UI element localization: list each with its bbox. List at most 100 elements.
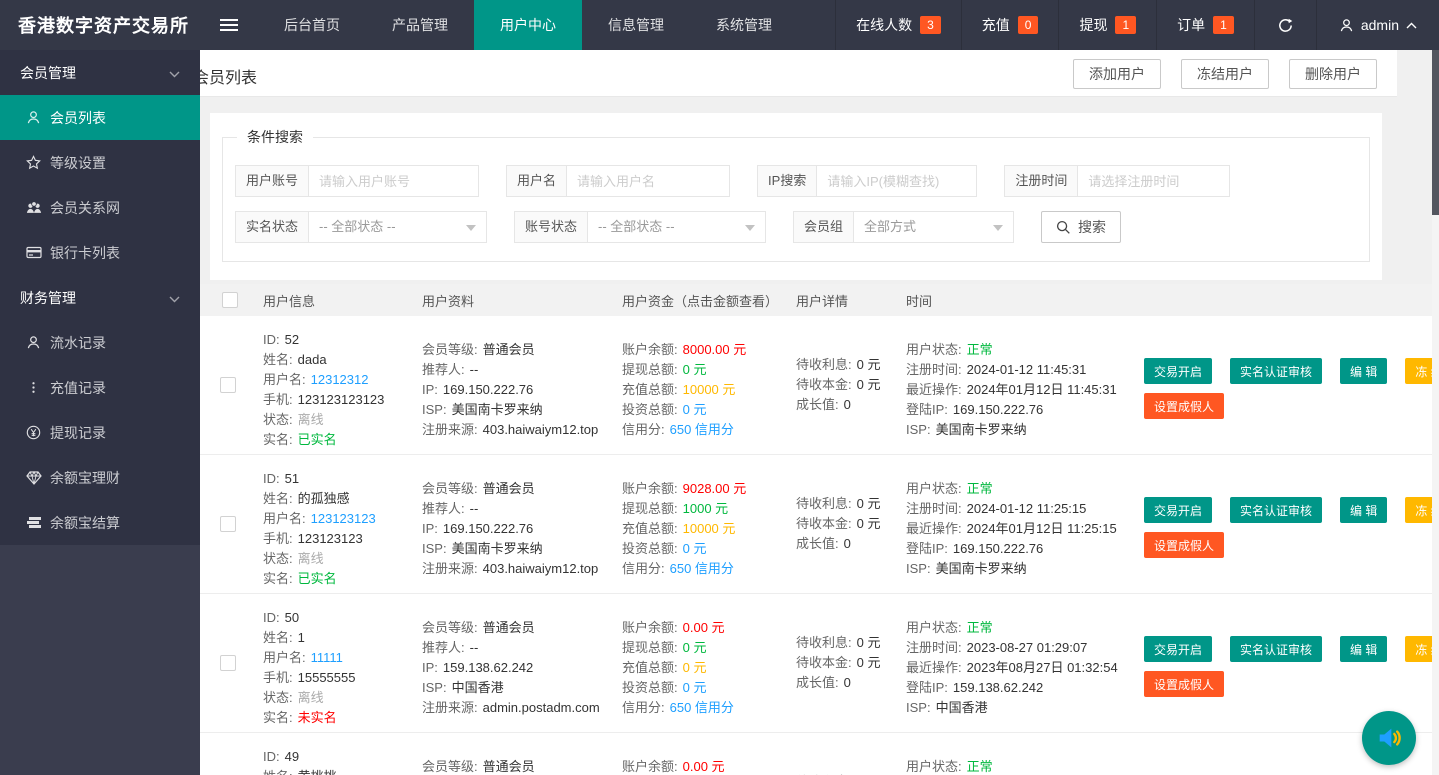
search-fieldset: 条件搜索 用户账号 用户名 IP搜索 注册时间 <box>222 127 1370 262</box>
edit-button[interactable]: 编 辑 <box>1340 497 1387 523</box>
user-info-cell: ID:51 姓名:的孤独感 用户名:123123123 手机:123123123… <box>255 455 418 593</box>
select-all-checkbox[interactable] <box>222 292 238 308</box>
sidebar-item-withdraw-records[interactable]: 提现记录 <box>0 410 200 455</box>
table-row: ID:49 姓名:黄挑挑 用户名: 手机: 状态: 实名: 会员等级:普通会员 … <box>200 733 1432 775</box>
nav-products[interactable]: 产品管理 <box>366 0 474 50</box>
ip-input[interactable] <box>817 165 977 197</box>
user-icon <box>26 335 50 350</box>
menu-toggle-button[interactable] <box>200 0 258 50</box>
realname-audit-button[interactable]: 实名认证审核 <box>1230 358 1322 384</box>
member-group-select[interactable]: 全部方式 <box>854 211 1014 243</box>
recharge-total[interactable]: 10000 元 <box>683 521 736 536</box>
scrollbar-thumb[interactable] <box>1432 50 1439 215</box>
recharge-total[interactable]: 10000 元 <box>683 382 736 397</box>
nav-dashboard[interactable]: 后台首页 <box>258 0 366 50</box>
stat-recharge[interactable]: 充值 0 <box>961 0 1059 50</box>
sidebar-item-bank-cards[interactable]: 银行卡列表 <box>0 230 200 275</box>
withdraw-total[interactable]: 0 元 <box>683 362 707 377</box>
sidebar-group-member[interactable]: 会员管理 <box>0 50 200 95</box>
sidebar-item-yuebao-settle[interactable]: 余额宝结算 <box>0 500 200 545</box>
regtime-field-label: 注册时间 <box>1004 165 1078 197</box>
freeze-button[interactable]: 冻 结 <box>1405 358 1432 384</box>
reg-isp: 美国南卡罗来纳 <box>452 402 543 417</box>
chevron-up-icon <box>1406 22 1417 29</box>
withdraw-total[interactable]: 1000 元 <box>683 501 729 516</box>
username-link[interactable]: 12312312 <box>311 372 369 387</box>
admin-menu[interactable]: admin <box>1316 0 1439 50</box>
growth-value: 0 <box>844 397 851 412</box>
reg-isp: 中国香港 <box>452 680 504 695</box>
realname-status-label: 实名状态 <box>235 211 309 243</box>
user-details-cell: 待收利息: 待收本金: 成长值: <box>792 733 902 775</box>
dots-icon <box>26 380 50 395</box>
balance-amount[interactable]: 9028.00 元 <box>683 481 747 496</box>
sidebar-item-level-settings[interactable]: 等级设置 <box>0 140 200 185</box>
account-status-select[interactable]: -- 全部状态 -- <box>588 211 766 243</box>
login-isp: 中国香港 <box>936 700 988 715</box>
stat-withdraw[interactable]: 提现 1 <box>1058 0 1156 50</box>
balance-amount[interactable]: 8000.00 元 <box>683 342 747 357</box>
realname-audit-button[interactable]: 实名认证审核 <box>1230 497 1322 523</box>
vertical-scrollbar <box>1432 50 1439 775</box>
regtime-input[interactable] <box>1078 165 1230 197</box>
freeze-user-button[interactable]: 冻结用户 <box>1181 59 1269 89</box>
search-button[interactable]: 搜索 <box>1041 211 1121 243</box>
table-row: ID:50 姓名:1 用户名:11111 手机:15555555 状态:离线 实… <box>200 594 1432 733</box>
invest-total[interactable]: 0 元 <box>683 541 707 556</box>
time-cell: 用户状态:正常 注册时间: 最近操作: 登陆IP: ISP: <box>902 733 1140 775</box>
refresh-button[interactable] <box>1254 0 1316 50</box>
account-input[interactable] <box>309 165 479 197</box>
sidebar-item-relations[interactable]: 会员关系网 <box>0 185 200 230</box>
sidebar-item-recharge-records[interactable]: 充值记录 <box>0 365 200 410</box>
user-profile-cell: 会员等级:普通会员 推荐人:-- IP:169.150.222.76 ISP:美… <box>418 316 618 454</box>
trade-open-button[interactable]: 交易开启 <box>1144 497 1212 523</box>
edit-button[interactable]: 编 辑 <box>1340 636 1387 662</box>
search-row-1: 用户账号 用户名 IP搜索 注册时间 <box>235 165 1369 197</box>
set-fake-button[interactable]: 设置成假人 <box>1144 671 1224 697</box>
stat-online-users[interactable]: 在线人数 3 <box>835 0 961 50</box>
trade-open-button[interactable]: 交易开启 <box>1144 636 1212 662</box>
reg-ip: 159.138.62.242 <box>443 660 533 675</box>
page-title: 会员列表 <box>193 64 257 88</box>
last-operation-time: 2024年01月12日 11:25:15 <box>967 521 1117 536</box>
sidebar-item-member-list[interactable]: 会员列表 <box>0 95 200 140</box>
trade-open-button[interactable]: 交易开启 <box>1144 358 1212 384</box>
realname-audit-button[interactable]: 实名认证审核 <box>1230 636 1322 662</box>
gem-icon <box>26 471 50 485</box>
add-user-button[interactable]: 添加用户 <box>1073 59 1161 89</box>
row-actions-cell: 交易开启 实名认证审核 编 辑 冻 结 设置成假人 <box>1140 455 1432 593</box>
recharge-total[interactable]: 0 元 <box>683 660 707 675</box>
username-link[interactable]: 11111 <box>311 650 343 665</box>
account-field-label: 用户账号 <box>235 165 309 197</box>
username-input[interactable] <box>567 165 730 197</box>
sidebar: 会员管理 会员列表 等级设置 会员关 <box>0 50 200 775</box>
nav-system[interactable]: 系统管理 <box>690 0 798 50</box>
invest-total[interactable]: 0 元 <box>683 402 707 417</box>
username-field-label: 用户名 <box>506 165 567 197</box>
withdraw-total[interactable]: 0 元 <box>683 640 707 655</box>
freeze-button[interactable]: 冻 结 <box>1405 497 1432 523</box>
row-checkbox[interactable] <box>220 655 236 671</box>
sidebar-group-finance[interactable]: 财务管理 <box>0 275 200 320</box>
nav-user-center[interactable]: 用户中心 <box>474 0 582 50</box>
sidebar-item-yuebao-invest[interactable]: 余额宝理财 <box>0 455 200 500</box>
nav-information[interactable]: 信息管理 <box>582 0 690 50</box>
balance-amount[interactable]: 0.00 元 <box>683 759 725 774</box>
row-checkbox[interactable] <box>220 516 236 532</box>
invest-total[interactable]: 0 元 <box>683 680 707 695</box>
col-header-user-info: 用户信息 <box>255 291 418 310</box>
edit-button[interactable]: 编 辑 <box>1340 358 1387 384</box>
user-info-cell: ID:50 姓名:1 用户名:11111 手机:15555555 状态:离线 实… <box>255 594 418 732</box>
freeze-button[interactable]: 冻 结 <box>1405 636 1432 662</box>
set-fake-button[interactable]: 设置成假人 <box>1144 393 1224 419</box>
balance-amount[interactable]: 0.00 元 <box>683 620 725 635</box>
sidebar-item-transactions[interactable]: 流水记录 <box>0 320 200 365</box>
search-legend: 条件搜索 <box>237 127 313 147</box>
sound-floating-button[interactable] <box>1362 711 1416 765</box>
row-checkbox[interactable] <box>220 377 236 393</box>
realname-status-select[interactable]: -- 全部状态 -- <box>309 211 487 243</box>
delete-user-button[interactable]: 删除用户 <box>1289 59 1377 89</box>
stat-orders[interactable]: 订单 1 <box>1156 0 1254 50</box>
set-fake-button[interactable]: 设置成假人 <box>1144 532 1224 558</box>
username-link[interactable]: 123123123 <box>311 511 376 526</box>
